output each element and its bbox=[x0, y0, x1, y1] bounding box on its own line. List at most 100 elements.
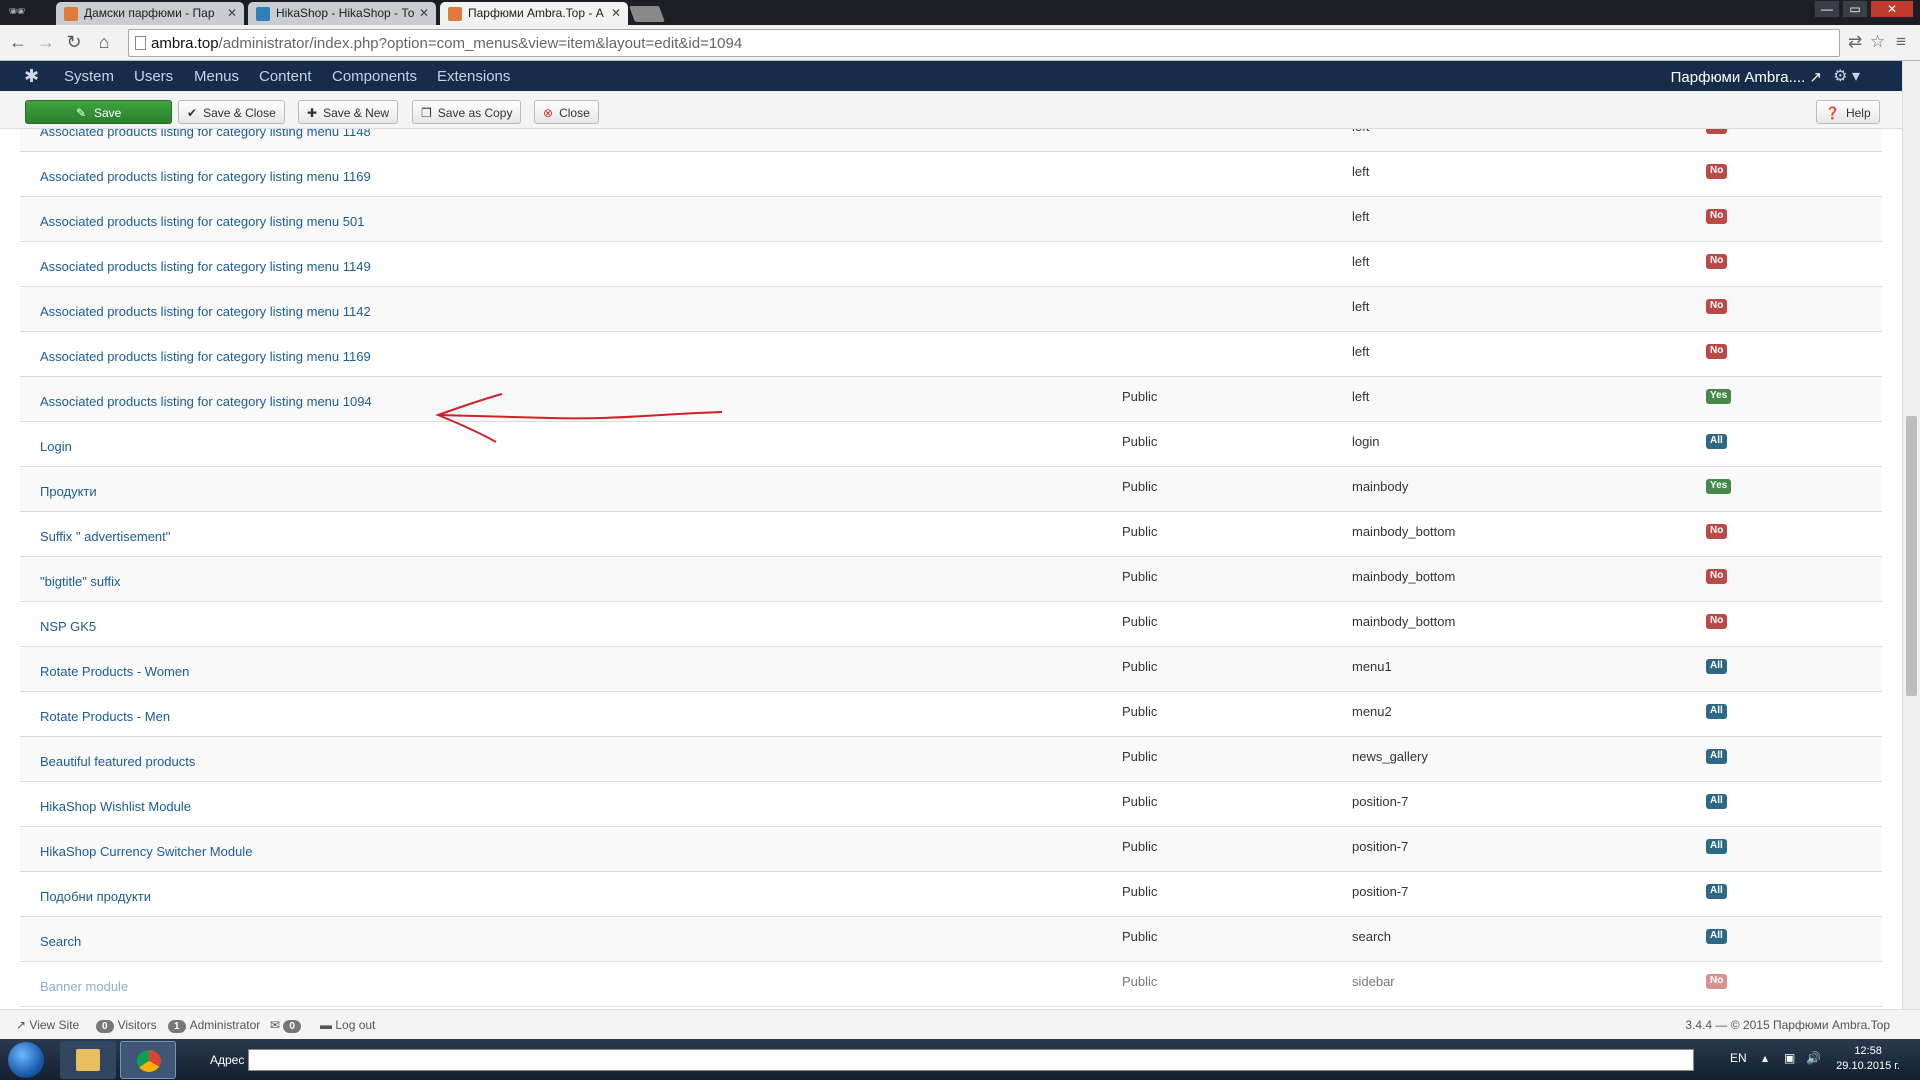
module-title-link[interactable]: Associated products listing for category… bbox=[40, 349, 371, 364]
module-title-link[interactable]: Associated products listing for category… bbox=[40, 214, 364, 229]
action-toolbar: ✎ Save ✔ Save & Close ✚ Save & New ❐ Save a… bbox=[0, 91, 1902, 129]
module-display-badge[interactable]: No bbox=[1706, 524, 1728, 539]
module-display-badge[interactable]: All bbox=[1706, 929, 1727, 944]
save-close-button[interactable]: ✔ Save & Close bbox=[178, 100, 285, 124]
tab-close-icon[interactable]: ✕ bbox=[227, 6, 237, 20]
module-title-link[interactable]: "bigtitle" suffix bbox=[40, 574, 121, 589]
module-display-badge[interactable]: No bbox=[1706, 299, 1728, 314]
module-title-link[interactable]: Associated products listing for category… bbox=[40, 304, 371, 319]
system-clock[interactable]: 12:58 29.10.2015 г. bbox=[1836, 1044, 1900, 1074]
nav-extensions[interactable]: Extensions bbox=[437, 68, 510, 85]
module-title-link[interactable]: Banner module bbox=[40, 979, 128, 994]
scrollbar-thumb[interactable] bbox=[1906, 416, 1917, 696]
module-display-badge[interactable]: All bbox=[1706, 794, 1727, 809]
module-display-badge[interactable]: No bbox=[1706, 254, 1728, 269]
module-title-link[interactable]: Associated products listing for category… bbox=[40, 169, 371, 184]
module-position: search bbox=[1352, 929, 1392, 944]
module-display-badge[interactable]: All bbox=[1706, 749, 1727, 764]
module-title-link[interactable]: HikaShop Currency Switcher Module bbox=[40, 844, 252, 859]
address-toolbar-input[interactable] bbox=[248, 1049, 1694, 1071]
nav-system[interactable]: System bbox=[64, 68, 114, 85]
bookmark-star-icon[interactable]: ☆ bbox=[1870, 32, 1885, 52]
tab-close-icon[interactable]: ✕ bbox=[419, 6, 429, 20]
module-display-badge[interactable]: All bbox=[1706, 884, 1727, 899]
module-title-link[interactable]: Rotate Products - Women bbox=[40, 664, 189, 679]
module-title-link[interactable]: Suffix " advertisement" bbox=[40, 529, 170, 544]
module-title-link[interactable]: Associated products listing for category… bbox=[40, 394, 372, 409]
browser-tab-2[interactable]: HikaShop - HikaShop - То ✕ bbox=[248, 2, 436, 25]
network-icon[interactable]: ▣ bbox=[1784, 1051, 1795, 1065]
messages-count[interactable]: ✉ 0 bbox=[270, 1018, 305, 1033]
module-display-badge[interactable]: No bbox=[1706, 164, 1728, 179]
module-display-badge[interactable]: No bbox=[1706, 209, 1728, 224]
module-display-badge[interactable]: No bbox=[1706, 614, 1728, 629]
module-title-link[interactable]: HikaShop Wishlist Module bbox=[40, 799, 191, 814]
module-display-badge[interactable]: No bbox=[1706, 974, 1728, 989]
module-title-link[interactable]: Подобни продукти bbox=[40, 889, 151, 904]
nav-components[interactable]: Components bbox=[332, 68, 417, 85]
chrome-taskbar-button[interactable] bbox=[120, 1041, 176, 1079]
module-display-badge[interactable]: All bbox=[1706, 839, 1727, 854]
view-site-link[interactable]: ↗ View Site bbox=[16, 1018, 79, 1032]
maximize-button[interactable]: ▭ bbox=[1842, 0, 1868, 18]
volume-icon[interactable]: 🔊 bbox=[1806, 1051, 1821, 1065]
menu-hamburger-icon[interactable]: ≡ bbox=[1896, 32, 1906, 52]
module-title-link[interactable]: Associated products listing for category… bbox=[40, 259, 371, 274]
save-copy-button[interactable]: ❐ Save as Copy bbox=[412, 100, 522, 124]
window-close-button[interactable]: ✕ bbox=[1870, 0, 1914, 18]
module-title-link[interactable]: Login bbox=[40, 439, 72, 454]
module-title-link[interactable]: Beautiful featured products bbox=[40, 754, 195, 769]
translate-icon[interactable]: ⇄ bbox=[1848, 32, 1862, 52]
module-display-badge[interactable]: No bbox=[1706, 344, 1728, 359]
home-icon[interactable]: ⌂ bbox=[94, 33, 114, 53]
logout-link[interactable]: ▬ Log out bbox=[320, 1018, 375, 1032]
new-tab-button[interactable] bbox=[629, 6, 665, 22]
module-display-badge[interactable]: Yes bbox=[1706, 479, 1732, 494]
module-display-badge[interactable]: No bbox=[1706, 569, 1728, 584]
windows-start-button[interactable] bbox=[8, 1042, 44, 1078]
table-row: Подобни продукти Public position-7 All bbox=[20, 872, 1882, 917]
module-display-badge[interactable]: Yes bbox=[1706, 389, 1732, 404]
module-display-badge[interactable]: No bbox=[1706, 129, 1728, 134]
table-row: Rotate Products - Women Public menu1 All bbox=[20, 647, 1882, 692]
back-arrow-icon[interactable]: ← bbox=[8, 33, 28, 53]
nav-content[interactable]: Content bbox=[259, 68, 312, 85]
save-button[interactable]: ✎ Save bbox=[25, 100, 172, 124]
module-position: mainbody_bottom bbox=[1352, 524, 1456, 539]
edit-icon: ✎ bbox=[76, 106, 87, 120]
module-position: position-7 bbox=[1352, 884, 1409, 899]
joomla-logo-icon[interactable]: ✱ bbox=[24, 66, 39, 87]
page-scrollbar[interactable] bbox=[1902, 61, 1920, 1009]
language-indicator[interactable]: EN bbox=[1730, 1051, 1747, 1065]
module-title-link[interactable]: NSP GK5 bbox=[40, 619, 96, 634]
tab-close-icon[interactable]: ✕ bbox=[611, 6, 621, 20]
table-row: Banner module Public sidebar No bbox=[20, 962, 1882, 1007]
minimize-button[interactable]: — bbox=[1814, 0, 1840, 18]
module-display-badge[interactable]: All bbox=[1706, 434, 1727, 449]
save-new-button[interactable]: ✚ Save & New bbox=[298, 100, 399, 124]
browser-tab-3-active[interactable]: Парфюми Ambra.Top - А ✕ bbox=[440, 2, 628, 25]
gear-icon[interactable]: ⚙ ▾ bbox=[1833, 66, 1860, 86]
table-row: Associated products listing for category… bbox=[20, 129, 1882, 152]
close-circle-icon: ⊗ bbox=[543, 106, 554, 120]
browser-tab-1[interactable]: Дамски парфюми - Пар ✕ bbox=[56, 2, 244, 25]
nav-users[interactable]: Users bbox=[134, 68, 173, 85]
tray-expand-icon[interactable]: ▴ bbox=[1762, 1051, 1768, 1065]
close-button[interactable]: ⊗ Close bbox=[534, 100, 599, 124]
help-button[interactable]: ❓ Help bbox=[1816, 100, 1880, 124]
reload-icon[interactable]: ↻ bbox=[64, 33, 84, 53]
visitors-count: 0 Visitors bbox=[96, 1018, 157, 1033]
module-display-badge[interactable]: All bbox=[1706, 704, 1727, 719]
module-title-link[interactable]: Rotate Products - Men bbox=[40, 709, 170, 724]
nav-menus[interactable]: Menus bbox=[194, 68, 239, 85]
forward-arrow-icon[interactable]: → bbox=[36, 33, 56, 53]
explorer-taskbar-button[interactable] bbox=[60, 1041, 116, 1079]
incognito-icon: 🕶 bbox=[8, 3, 26, 19]
module-title-link[interactable]: Search bbox=[40, 934, 81, 949]
module-title-link[interactable]: Продукти bbox=[40, 484, 97, 499]
module-display-badge[interactable]: All bbox=[1706, 659, 1727, 674]
module-position: mainbody_bottom bbox=[1352, 614, 1456, 629]
site-name-link[interactable]: Парфюми Ambra.... ↗ bbox=[1671, 68, 1822, 86]
url-bar[interactable]: ambra.top/administrator/index.php?option… bbox=[128, 29, 1840, 57]
module-title-link[interactable]: Associated products listing for category… bbox=[40, 129, 371, 139]
